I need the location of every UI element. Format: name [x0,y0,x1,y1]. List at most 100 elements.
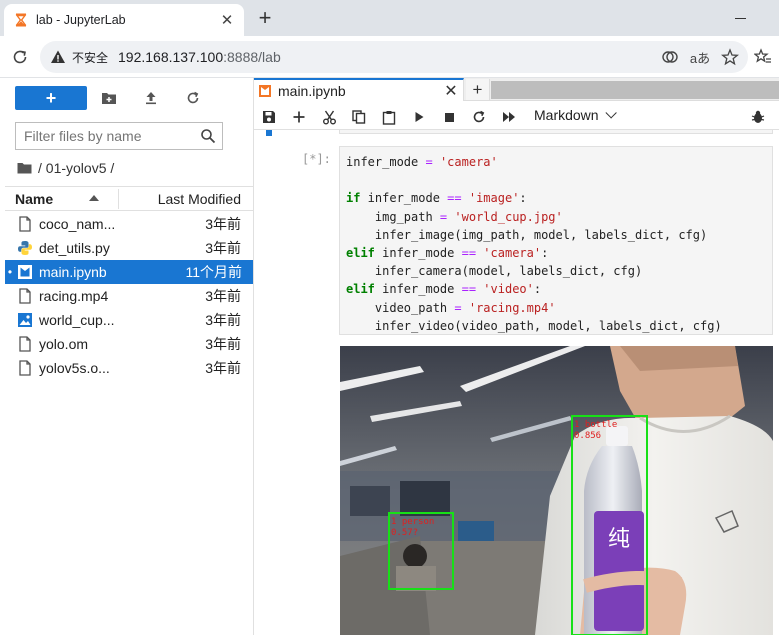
read-aloud-icon[interactable] [658,45,682,69]
browser-tab[interactable]: lab - JupyterLab ✕ [4,4,244,36]
cell-type-select[interactable]: Markdown [534,107,617,123]
detection-label-person: 1 person [391,517,434,527]
file-modified: 3年前 [205,360,241,376]
tab-main-ipynb[interactable]: main.ipynb ✕ [254,78,464,101]
python-icon [17,240,33,256]
insert-cell-icon[interactable] [288,106,310,128]
code-token: infer_video(video_path, model, labels_di… [346,318,722,333]
upload-icon[interactable] [139,86,163,110]
file-browser-toolbar: + [0,78,254,118]
code-token: 'camera' [483,245,542,260]
column-header-name[interactable]: Name [15,191,53,207]
code-token: 'camera' [439,155,498,169]
code-line: if infer_mode == 'image': [346,189,772,207]
file-row[interactable]: yolov5s.o... 3年前 [5,356,253,380]
run-icon[interactable] [408,106,430,128]
new-folder-icon[interactable] [97,86,121,110]
cut-icon[interactable] [318,106,340,128]
file-filter-field[interactable] [15,122,223,150]
detection-score-person: 0.57? [391,528,418,538]
code-line: elif infer_mode == 'video': [346,280,772,298]
code-token: infer_camera(model, labels_dict, cfg) [346,264,643,279]
file-icon [17,360,33,376]
favorite-star-icon[interactable] [718,45,742,69]
new-tab-button[interactable]: + [252,5,278,30]
tab-close-icon[interactable]: ✕ [218,11,236,29]
code-cell-editor[interactable]: infer_mode = 'camera' if infer_mode == 'i… [339,146,773,335]
code-token: 'video' [483,282,534,297]
file-list: coco_nam... 3年前 det_utils.py 3年前 • main.ipynb… [5,212,253,380]
code-line: infer_mode = 'camera' [346,153,772,171]
detection-label-bottle: 1 bottle [574,420,617,430]
fast-forward-icon[interactable] [498,106,520,128]
code-token: 'world_cup.jpg' [454,209,563,224]
file-filter-input[interactable] [24,128,194,144]
code-token: : [533,282,542,297]
sort-ascending-icon [89,195,99,201]
window-minimize-button[interactable] [728,7,752,29]
file-name: world_cup... [39,312,115,328]
camera-output-image: 纯 1 bottle 0.856 1 person 0.57? [340,346,773,635]
execution-prompt: [*]: [302,152,331,166]
file-name: yolo.om [39,336,89,352]
file-modified: 3年前 [205,288,241,304]
paste-icon[interactable] [378,106,400,128]
code-token: 'racing.mp4' [468,300,556,315]
file-row[interactable]: • main.ipynb 11个月前 [5,260,253,284]
file-modified: 3年前 [205,336,241,352]
code-token: = [425,155,433,169]
file-row[interactable]: det_utils.py 3年前 [5,236,253,260]
url-field[interactable]: 不安全 192.168.137.100:8888/lab aあ [40,41,748,73]
kernel-status-icon[interactable] [747,106,769,128]
file-modified: 3年前 [205,240,241,256]
file-modified: 3年前 [205,216,241,232]
file-row[interactable]: coco_nam... 3年前 [5,212,253,236]
close-icon[interactable]: ✕ [443,81,459,101]
running-indicator-icon: • [7,265,13,279]
column-divider[interactable] [118,189,119,209]
new-launcher-button[interactable]: + [15,86,87,110]
folder-icon[interactable] [17,162,32,174]
file-row[interactable]: world_cup... 3年前 [5,308,253,332]
code-token: infer_mode [374,245,462,260]
file-row[interactable]: racing.mp4 3年前 [5,284,253,308]
code-line: video_path = 'racing.mp4' [346,299,772,317]
restart-kernel-icon[interactable] [468,106,490,128]
file-browser: + / 01-yolov5 / Name Last Modified coco [0,78,254,635]
add-tab-button[interactable]: + [466,79,490,100]
reload-icon[interactable] [8,45,32,69]
url-path: :8888/lab [223,49,281,65]
favorites-icon[interactable] [752,46,774,68]
file-modified: 3年前 [205,312,241,328]
translate-icon[interactable]: aあ [688,45,712,69]
notebook-panel: main.ipynb ✕ + Markdown [*]: infer_mode … [254,78,779,635]
code-token: infer_mode [374,282,462,297]
file-row[interactable]: yolo.om 3年前 [5,332,253,356]
file-icon [17,288,33,304]
previous-cell[interactable] [339,130,773,134]
code-token: == [447,191,462,206]
browser-tab-title: lab - JupyterLab [36,13,126,27]
stop-icon[interactable] [438,106,460,128]
security-label[interactable]: 不安全 [72,49,108,66]
save-icon[interactable] [258,106,280,128]
column-header-modified[interactable]: Last Modified [158,191,241,207]
jupyter-hourglass-icon [15,13,27,27]
cell-type-value: Markdown [534,107,599,123]
code-token: : [519,191,527,206]
file-icon [17,336,33,352]
active-cell-marker [266,130,272,136]
notebook-icon [259,84,271,97]
code-token: == [461,245,477,260]
code-token: if [346,191,361,206]
document-tab-title: main.ipynb [278,82,346,99]
search-icon [201,129,216,144]
code-line: infer_video(video_path, model, labels_di… [346,317,772,335]
document-tabbar: main.ipynb ✕ + [254,78,779,101]
breadcrumb-path[interactable]: / 01-yolov5 / [38,160,114,176]
refresh-icon[interactable] [181,86,205,110]
copy-icon[interactable] [348,106,370,128]
